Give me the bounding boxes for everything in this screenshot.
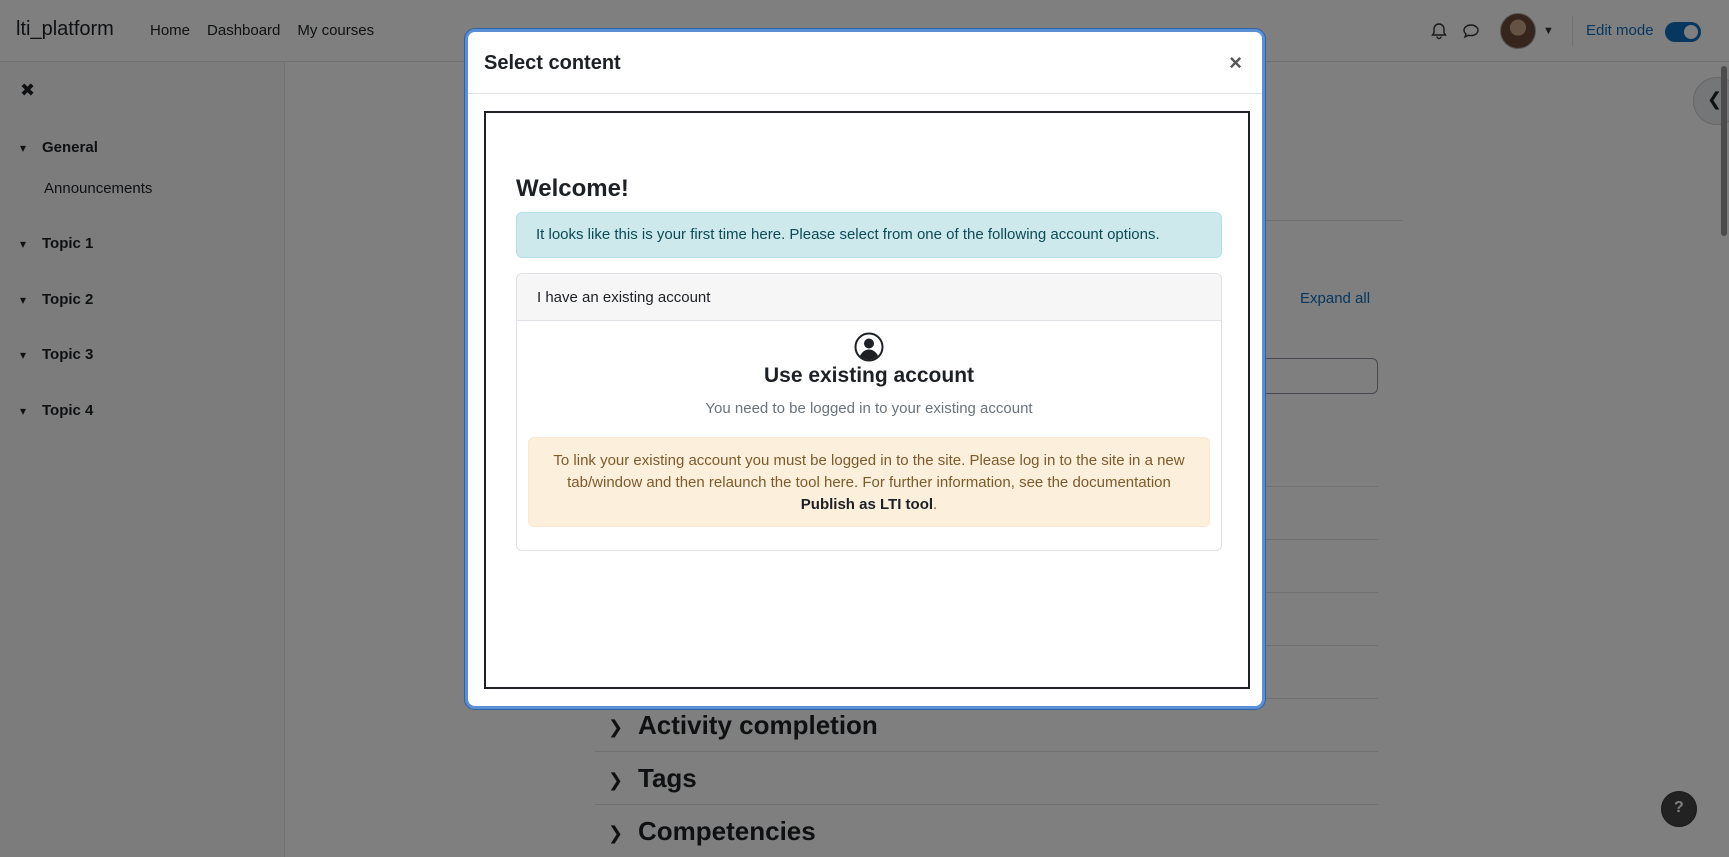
- warning-suffix: .: [933, 496, 938, 513]
- card-title: Use existing account: [763, 364, 975, 387]
- warning-alert: To link your existing account you must b…: [528, 437, 1210, 527]
- close-icon[interactable]: ×: [1229, 50, 1242, 76]
- modal-header: Select content ×: [468, 32, 1262, 94]
- existing-account-card: I have an existing account Use existing …: [516, 273, 1222, 551]
- card-text: You need to be logged in to your existin…: [705, 400, 1033, 417]
- welcome-heading: Welcome!: [516, 175, 629, 202]
- warning-text: To link your existing account you must b…: [553, 452, 1185, 491]
- info-alert: It looks like this is your first time he…: [516, 212, 1222, 258]
- user-circle-icon: [854, 332, 884, 362]
- lti-content-frame: Welcome! It looks like this is your firs…: [484, 111, 1250, 689]
- select-content-modal: Select content × Welcome! It looks like …: [465, 29, 1265, 709]
- publish-as-lti-tool-link[interactable]: Publish as LTI tool: [801, 496, 933, 513]
- modal-title: Select content: [484, 52, 621, 74]
- card-header: I have an existing account: [517, 274, 1221, 321]
